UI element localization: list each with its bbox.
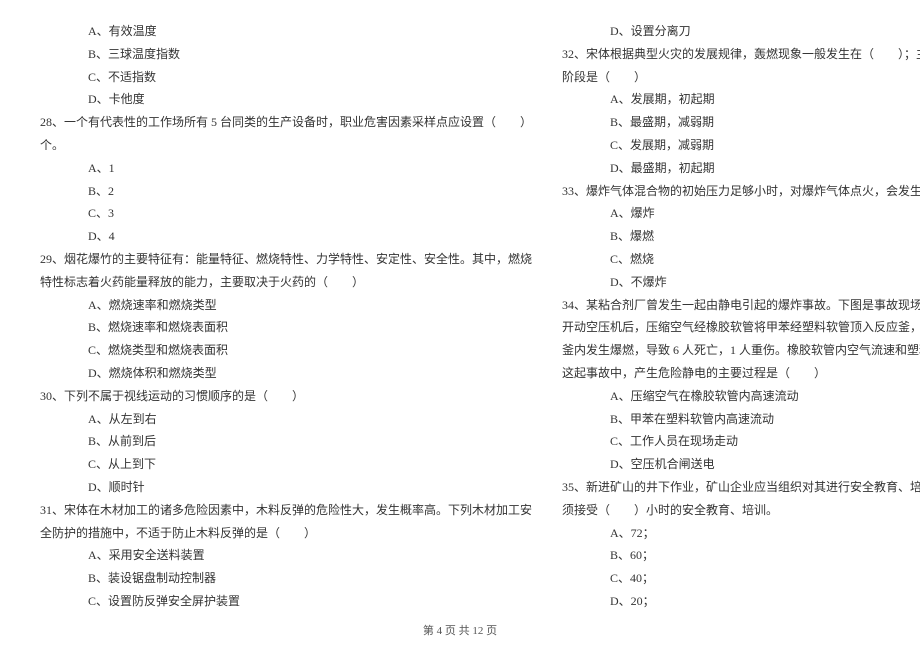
left-line: D、卡他度	[40, 88, 532, 111]
right-line: 33、爆炸气体混合物的初始压力足够小时，对爆炸气体点火，会发生（ ）现象。	[562, 180, 920, 203]
right-line: C、工作人员在现场走动	[562, 430, 920, 453]
right-line: 须接受（ ）小时的安全教育、培训。	[562, 499, 920, 522]
right-line: 32、宋体根据典型火灾的发展规律，轰燃现象一般发生在（ ）；主要特征是冒烟、阴燃…	[562, 43, 920, 66]
right-line: D、不爆炸	[562, 271, 920, 294]
left-line: 29、烟花爆竹的主要特征有：能量特征、燃烧特性、力学特性、安定性、安全性。其中，…	[40, 248, 532, 271]
left-line: C、燃烧类型和燃烧表面积	[40, 339, 532, 362]
left-line: 30、下列不属于视线运动的习惯顺序的是（ ）	[40, 385, 532, 408]
left-line: A、燃烧速率和燃烧类型	[40, 294, 532, 317]
left-line: C、3	[40, 202, 532, 225]
left-line: C、不适指数	[40, 66, 532, 89]
page-footer: 第 4 页 共 12 页	[40, 621, 880, 642]
left-column: A、有效温度B、三球温度指数C、不适指数D、卡他度28、一个有代表性的工作场所有…	[40, 20, 532, 613]
right-line: 35、新进矿山的井下作业，矿山企业应当组织对其进行安全教育、培训，下矿井工作前至…	[562, 476, 920, 499]
right-line: 这起事故中，产生危险静电的主要过程是（ ）	[562, 362, 920, 385]
right-line: D、空压机合闸送电	[562, 453, 920, 476]
right-line: A、压缩空气在橡胶软管内高速流动	[562, 385, 920, 408]
right-column: D、设置分离刀32、宋体根据典型火灾的发展规律，轰燃现象一般发生在（ ）；主要特…	[562, 20, 920, 613]
left-line: A、采用安全送料装置	[40, 544, 532, 567]
right-line: C、发展期，减弱期	[562, 134, 920, 157]
left-line: D、4	[40, 225, 532, 248]
left-line: B、2	[40, 180, 532, 203]
left-line: D、燃烧体积和燃烧类型	[40, 362, 532, 385]
left-line: C、从上到下	[40, 453, 532, 476]
right-line: B、60；	[562, 544, 920, 567]
right-line: B、甲苯在塑料软管内高速流动	[562, 408, 920, 431]
right-line: D、设置分离刀	[562, 20, 920, 43]
right-line: 开动空压机后，压缩空气经橡胶软管将甲苯经塑料软管顶入反应釜，开始灌装十几分钟后反…	[562, 316, 920, 339]
left-line: B、燃烧速率和燃烧表面积	[40, 316, 532, 339]
right-line: C、40；	[562, 567, 920, 590]
right-line: 釜内发生爆燃，导致 6 人死亡，1 人重伤。橡胶软管内空气流速和塑料软管内甲苯流…	[562, 339, 920, 362]
right-line: D、20；	[562, 590, 920, 613]
right-line: B、最盛期，减弱期	[562, 111, 920, 134]
left-line: 28、一个有代表性的工作场所有 5 台同类的生产设备时，职业危害因素采样点应设置…	[40, 111, 532, 134]
left-line: C、设置防反弹安全屏护装置	[40, 590, 532, 613]
left-line: 31、宋体在木材加工的诸多危险因素中，木料反弹的危险性大，发生概率高。下列木材加…	[40, 499, 532, 522]
left-line: A、有效温度	[40, 20, 532, 43]
two-column-layout: A、有效温度B、三球温度指数C、不适指数D、卡他度28、一个有代表性的工作场所有…	[40, 20, 880, 613]
right-line: C、燃烧	[562, 248, 920, 271]
left-line: 特性标志着火药能量释放的能力，主要取决于火药的（ ）	[40, 271, 532, 294]
right-line: 阶段是（ ）	[562, 66, 920, 89]
left-line: A、1	[40, 157, 532, 180]
right-line: D、最盛期，初起期	[562, 157, 920, 180]
left-line: A、从左到右	[40, 408, 532, 431]
right-line: 34、某粘合剂厂曾发生一起由静电引起的爆炸事故。下图是事故现场简图。汽油桶中装满…	[562, 294, 920, 317]
right-line: A、发展期，初起期	[562, 88, 920, 111]
left-line: B、三球温度指数	[40, 43, 532, 66]
left-line: B、装设锯盘制动控制器	[40, 567, 532, 590]
left-line: 个。	[40, 134, 532, 157]
right-line: B、爆燃	[562, 225, 920, 248]
right-line: A、爆炸	[562, 202, 920, 225]
left-line: D、顺时针	[40, 476, 532, 499]
left-line: 全防护的措施中，不适于防止木料反弹的是（ ）	[40, 522, 532, 545]
left-line: B、从前到后	[40, 430, 532, 453]
right-line: A、72；	[562, 522, 920, 545]
